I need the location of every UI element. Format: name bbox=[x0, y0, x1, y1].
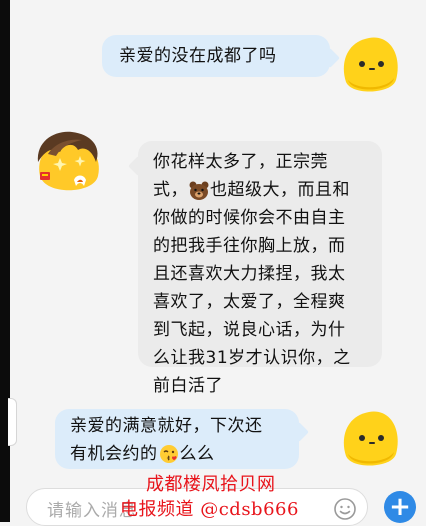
message-line-segment: 么么 bbox=[179, 444, 215, 464]
message-line: 喜欢了，太爱了，全程爽 bbox=[153, 292, 346, 312]
message-text-block: 你花样太多了，正宗莞 式， 也超级大，而且和 你做的时候你会不由自主 的把我手往你… bbox=[138, 141, 382, 400]
yellow-blob-avatar-icon bbox=[343, 411, 398, 466]
message-text: 亲爱的没在成都了吗 bbox=[119, 46, 277, 66]
watermark-line-2: 电报频道 @cdsb666 bbox=[120, 499, 299, 520]
message-line-segment: 有机会约的 bbox=[70, 444, 158, 464]
message-line: 你做的时候你会不由自主 bbox=[153, 208, 346, 228]
self-avatar[interactable] bbox=[336, 34, 402, 96]
self-avatar[interactable] bbox=[336, 408, 402, 470]
message-line: 且还喜欢大力揉捏，我太 bbox=[153, 264, 346, 284]
message-line: 有机会约的 么么 bbox=[70, 440, 299, 468]
cartoon-boy-avatar-icon bbox=[37, 131, 99, 191]
smiley-icon bbox=[334, 498, 356, 520]
message-line: 前白活了 bbox=[153, 376, 223, 396]
message-bubble-received[interactable]: 你花样太多了，正宗莞 式， 也超级大，而且和 你做的时候你会不由自主 的把我手往你… bbox=[138, 141, 382, 396]
message-bubble-sent[interactable]: 亲爱的没在成都了吗 bbox=[102, 35, 330, 77]
plus-icon: + bbox=[389, 492, 411, 522]
message-line-segment: 式， bbox=[153, 180, 188, 200]
yellow-blob-avatar-icon bbox=[343, 37, 398, 92]
message-line: 到飞起，说良心话，为什 bbox=[153, 320, 346, 340]
kissing-face-emoji-icon bbox=[159, 445, 178, 463]
message-line: 的把我手往你胸上放，而 bbox=[153, 236, 346, 256]
message-line: 你花样太多了，正宗莞 bbox=[153, 152, 328, 172]
plus-button[interactable]: + bbox=[384, 491, 416, 523]
message-text-block: 亲爱的满意就好，下次还 有机会约的 么么 bbox=[55, 409, 299, 468]
message-line: 式， 也超级大，而且和 bbox=[153, 176, 382, 204]
bear-emoji-icon bbox=[189, 181, 209, 200]
watermark-line-1: 成都楼凤拾贝网 bbox=[146, 474, 276, 495]
emoji-button[interactable] bbox=[333, 497, 357, 521]
side-drawer-handle[interactable] bbox=[8, 398, 17, 446]
contact-avatar[interactable] bbox=[34, 128, 104, 200]
message-line: 么让我31岁才认识你，之 bbox=[153, 348, 351, 368]
message-line: 亲爱的满意就好，下次还 bbox=[70, 416, 263, 436]
message-line-segment: 也超级大，而且和 bbox=[210, 180, 350, 200]
message-bubble-sent[interactable]: 亲爱的满意就好，下次还 有机会约的 么么 bbox=[55, 409, 299, 469]
